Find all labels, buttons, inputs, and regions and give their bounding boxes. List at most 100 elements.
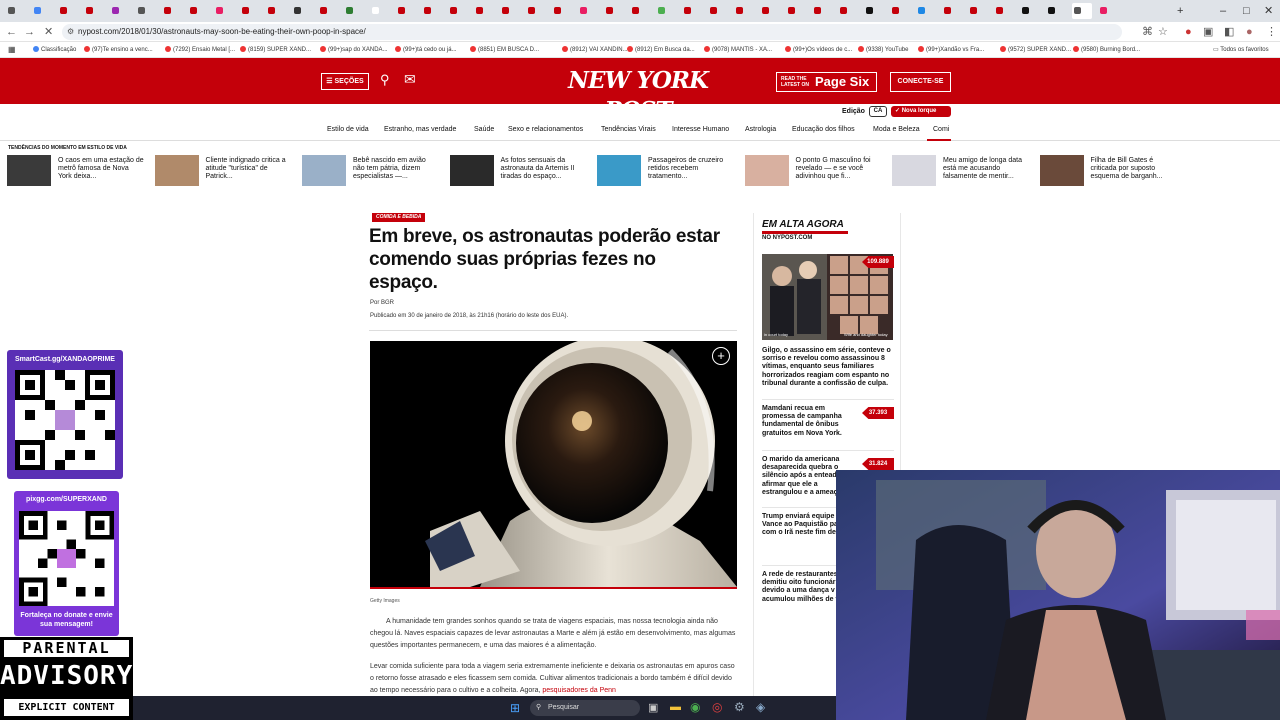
browser-tab[interactable] <box>1020 3 1040 19</box>
minimize-button[interactable]: – <box>1220 3 1226 19</box>
browser-tab[interactable] <box>604 3 624 19</box>
settings-icon[interactable]: ⚙ <box>734 700 745 714</box>
browser-tab[interactable] <box>552 3 572 19</box>
browser-tab[interactable] <box>448 3 468 19</box>
stop-icon[interactable]: ✕ <box>44 24 53 40</box>
sections-button[interactable]: ☰ SEÇÕES <box>321 73 369 90</box>
edition-ny-button[interactable]: ✓ Nova Iorque <box>891 106 951 117</box>
expand-image-icon[interactable]: + <box>712 347 730 365</box>
browser-tab[interactable] <box>214 3 234 19</box>
category-link[interactable]: Educação dos filhos <box>792 126 855 133</box>
browser-tab[interactable] <box>292 3 312 19</box>
browser-tab[interactable] <box>890 3 910 19</box>
browser-tab[interactable] <box>58 3 78 19</box>
browser-tab[interactable] <box>396 3 416 19</box>
trending-item[interactable]: Bebê nascido em avião não tem pátria, di… <box>302 155 442 187</box>
edition-ca-button[interactable]: CA <box>869 106 887 117</box>
profile-avatar[interactable]: ● <box>1246 24 1253 40</box>
bookmark-item[interactable]: Classificação <box>33 46 76 54</box>
rail-item-text[interactable]: Mamdani recua em promessa de campanha fu… <box>762 405 858 438</box>
bookmark-item[interactable]: (99+)Os vídeos de c... <box>785 46 852 54</box>
steam-icon[interactable]: ◈ <box>756 700 765 714</box>
apps-grid-icon[interactable]: ▦ <box>8 46 16 54</box>
browser-tab[interactable] <box>188 3 208 19</box>
bookmark-item[interactable]: (99+)Xandão vs Fra... <box>918 46 984 54</box>
translate-icon[interactable]: ⌘ <box>1142 24 1153 40</box>
category-link[interactable]: Astrologia <box>745 126 776 133</box>
bookmark-item[interactable]: (9078) MANTIS - XA... <box>704 46 772 54</box>
browser-tab[interactable] <box>500 3 520 19</box>
bookmark-item[interactable]: (8912) Em Busca da... <box>627 46 695 54</box>
chrome-icon[interactable]: ◉ <box>690 700 700 714</box>
rail-item-text[interactable]: Gilgo, o assassino em série, conteve o s… <box>762 347 894 388</box>
app-icon-red[interactable]: ◎ <box>712 700 722 714</box>
trending-item[interactable]: Passageiros de cruzeiro retidos recebem … <box>597 155 737 187</box>
browser-tab[interactable] <box>474 3 494 19</box>
trending-item[interactable]: Filha de Bill Gates é criticada por supo… <box>1039 155 1180 187</box>
close-window-button[interactable]: ✕ <box>1264 3 1273 19</box>
article-kicker[interactable]: COMIDA E BEBIDA <box>372 213 426 222</box>
article-byline[interactable]: Por BGR <box>370 300 394 306</box>
bookmark-item[interactable]: (9338) YouTube <box>858 46 908 54</box>
trending-item[interactable]: O caos em uma estação de metrô famosa de… <box>7 155 147 187</box>
browser-tab[interactable] <box>864 3 884 19</box>
browser-tab[interactable] <box>422 3 442 19</box>
bookmark-item[interactable]: (99+)tá cedo ou já... <box>395 46 457 54</box>
all-bookmarks-folder[interactable]: ▭ Todos os favoritos <box>1213 46 1269 54</box>
windows-start-icon[interactable]: ⊞ <box>510 701 520 715</box>
maximize-button[interactable]: □ <box>1243 3 1250 19</box>
category-link[interactable]: Interesse Humano <box>672 126 729 133</box>
browser-tab[interactable] <box>916 3 936 19</box>
bookmark-star-icon[interactable]: ☆ <box>1158 24 1168 40</box>
browser-tab[interactable] <box>760 3 780 19</box>
bookmark-item[interactable]: (8159) SUPER XAND... <box>240 46 311 54</box>
bookmark-item[interactable]: (8851) EM BUSCA D... <box>470 46 539 54</box>
site-logo[interactable]: NEW YORK POST <box>548 66 728 124</box>
search-icon[interactable]: ⚲ <box>380 72 390 88</box>
browser-tab[interactable] <box>734 3 754 19</box>
category-link[interactable]: Estranho, mas verdade <box>384 126 456 133</box>
trending-item[interactable]: Cliente indignado critica a atitude "tur… <box>154 155 295 187</box>
browser-tab[interactable] <box>162 3 182 19</box>
extension-icon[interactable]: ● <box>1185 24 1192 40</box>
category-link[interactable]: Comi <box>933 126 949 133</box>
browser-tab[interactable] <box>994 3 1014 19</box>
browser-tab[interactable] <box>708 3 728 19</box>
browser-tab[interactable] <box>240 3 260 19</box>
browser-tab[interactable] <box>1098 3 1118 19</box>
bookmark-item[interactable]: (9572) SUPER XAND... <box>1000 46 1071 54</box>
browser-tab[interactable] <box>838 3 858 19</box>
browser-tab[interactable] <box>942 3 962 19</box>
extensions-puzzle-icon[interactable]: ▣ <box>1203 24 1213 40</box>
new-tab-button[interactable]: + <box>1177 3 1183 19</box>
taskbar-search[interactable]: ⚲ Pesquisar <box>530 700 640 716</box>
browser-tab[interactable] <box>266 3 286 19</box>
browser-tab[interactable] <box>968 3 988 19</box>
browser-tab[interactable] <box>318 3 338 19</box>
site-info-icon[interactable]: ⚙ <box>67 24 74 40</box>
browser-tab[interactable] <box>682 3 702 19</box>
browser-tab[interactable] <box>786 3 806 19</box>
bookmark-item[interactable]: (8912) VAI XANDIN... <box>562 46 628 54</box>
category-link[interactable]: Estilo de vida <box>327 126 369 133</box>
trending-item[interactable]: O ponto G masculino foi revelado — e se … <box>744 155 885 187</box>
browser-tab[interactable] <box>370 3 390 19</box>
bookmark-item[interactable]: (9580) Burning Bord... <box>1073 46 1140 54</box>
bookmark-item[interactable]: (99+)sap do XANDA... <box>320 46 388 54</box>
url-bar[interactable]: ⚙ nypost.com/2018/01/30/astronauts-may-s… <box>62 24 1122 40</box>
category-link[interactable]: Saúde <box>474 126 494 133</box>
task-view-icon[interactable]: ▣ <box>648 701 658 714</box>
researchers-link[interactable]: pesquisadores da Penn <box>542 687 616 694</box>
category-link[interactable]: Tendências Virais <box>601 126 656 133</box>
browser-tab[interactable] <box>578 3 598 19</box>
browser-tab[interactable] <box>812 3 832 19</box>
bookmark-item[interactable]: (97)Te ensino a venc... <box>84 46 153 54</box>
browser-tab[interactable] <box>526 3 546 19</box>
connect-button[interactable]: CONECTE-SE <box>890 72 951 92</box>
browser-tab[interactable] <box>1072 3 1092 19</box>
browser-tab[interactable] <box>6 3 26 19</box>
browser-tab[interactable] <box>110 3 130 19</box>
category-link[interactable]: Sexo e relacionamentos <box>508 126 583 133</box>
bookmark-item[interactable]: (7292) Ensaio Metal [... <box>165 46 235 54</box>
trending-item[interactable]: As fotos sensuais da astronauta da Artem… <box>449 155 590 187</box>
